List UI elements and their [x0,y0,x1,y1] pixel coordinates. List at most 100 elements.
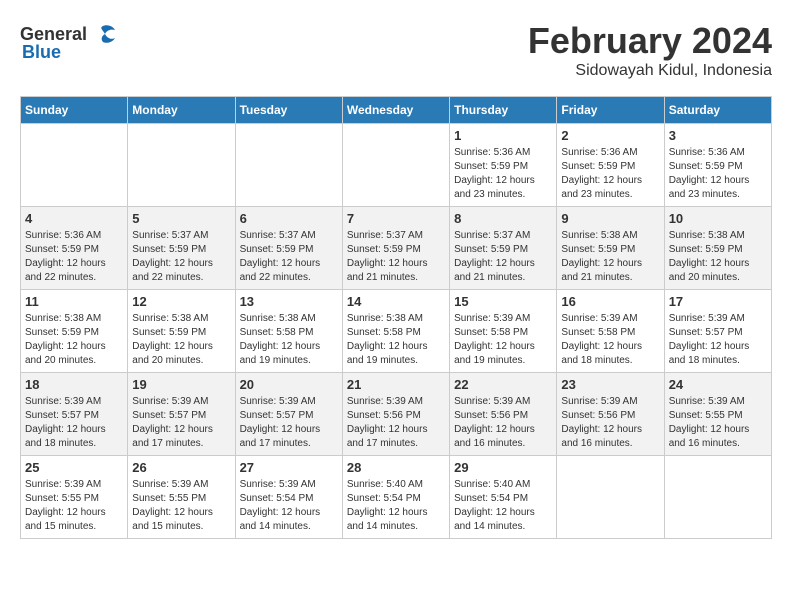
header-wednesday: Wednesday [342,97,449,124]
calendar-cell: 4 Sunrise: 5:36 AM Sunset: 5:59 PM Daylig… [21,207,128,290]
day-number: 4 [25,211,123,226]
day-info: Sunrise: 5:39 AM Sunset: 5:57 PM Dayligh… [669,312,767,368]
calendar-cell: 19 Sunrise: 5:39 AM Sunset: 5:57 PM Dayli… [128,373,235,456]
calendar-cell: 11 Sunrise: 5:38 AM Sunset: 5:59 PM Dayli… [21,290,128,373]
day-info: Sunrise: 5:38 AM Sunset: 5:59 PM Dayligh… [132,312,230,368]
calendar-cell: 20 Sunrise: 5:39 AM Sunset: 5:57 PM Dayli… [235,373,342,456]
calendar-cell: 28 Sunrise: 5:40 AM Sunset: 5:54 PM Dayli… [342,456,449,539]
calendar-cell [21,124,128,207]
calendar-cell: 23 Sunrise: 5:39 AM Sunset: 5:56 PM Dayli… [557,373,664,456]
calendar-cell: 3 Sunrise: 5:36 AM Sunset: 5:59 PM Daylig… [664,124,771,207]
day-info: Sunrise: 5:36 AM Sunset: 5:59 PM Dayligh… [454,146,552,202]
day-info: Sunrise: 5:36 AM Sunset: 5:59 PM Dayligh… [561,146,659,202]
day-info: Sunrise: 5:36 AM Sunset: 5:59 PM Dayligh… [669,146,767,202]
location-subtitle: Sidowayah Kidul, Indonesia [528,62,772,80]
day-number: 1 [454,128,552,143]
calendar-cell: 27Sunrise: 5:39 AM Sunset: 5:54 PM Dayli… [235,456,342,539]
day-number: 7 [347,211,445,226]
day-number: 26 [132,460,230,475]
day-number: 23 [561,377,659,392]
calendar-table: SundayMondayTuesdayWednesdayThursdayFrid… [20,96,772,539]
calendar-cell: 22 Sunrise: 5:39 AM Sunset: 5:56 PM Dayli… [450,373,557,456]
calendar-cell: 10Sunrise: 5:38 AM Sunset: 5:59 PM Dayli… [664,207,771,290]
day-number: 2 [561,128,659,143]
day-number: 8 [454,211,552,226]
calendar-week-row: 1 Sunrise: 5:36 AM Sunset: 5:59 PM Daylig… [21,124,772,207]
calendar-cell: 15Sunrise: 5:39 AM Sunset: 5:58 PM Dayli… [450,290,557,373]
day-info: Sunrise: 5:39 AM Sunset: 5:57 PM Dayligh… [240,395,338,451]
calendar-week-row: 25Sunrise: 5:39 AM Sunset: 5:55 PM Dayli… [21,456,772,539]
month-year-title: February 2024 [528,20,772,62]
day-number: 6 [240,211,338,226]
day-info: Sunrise: 5:38 AM Sunset: 5:58 PM Dayligh… [347,312,445,368]
logo: General Blue [20,20,117,63]
day-info: Sunrise: 5:39 AM Sunset: 5:55 PM Dayligh… [25,478,123,534]
calendar-cell: 7 Sunrise: 5:37 AM Sunset: 5:59 PM Daylig… [342,207,449,290]
calendar-cell [557,456,664,539]
calendar-cell: 1 Sunrise: 5:36 AM Sunset: 5:59 PM Daylig… [450,124,557,207]
day-info: Sunrise: 5:36 AM Sunset: 5:59 PM Dayligh… [25,229,123,285]
day-number: 5 [132,211,230,226]
day-number: 3 [669,128,767,143]
calendar-cell: 2 Sunrise: 5:36 AM Sunset: 5:59 PM Daylig… [557,124,664,207]
day-info: Sunrise: 5:38 AM Sunset: 5:59 PM Dayligh… [669,229,767,285]
calendar-cell: 5 Sunrise: 5:37 AM Sunset: 5:59 PM Daylig… [128,207,235,290]
day-info: Sunrise: 5:37 AM Sunset: 5:59 PM Dayligh… [454,229,552,285]
day-info: Sunrise: 5:37 AM Sunset: 5:59 PM Dayligh… [240,229,338,285]
calendar-cell: 26Sunrise: 5:39 AM Sunset: 5:55 PM Dayli… [128,456,235,539]
calendar-cell: 21 Sunrise: 5:39 AM Sunset: 5:56 PM Dayli… [342,373,449,456]
day-number: 14 [347,294,445,309]
calendar-cell: 24Sunrise: 5:39 AM Sunset: 5:55 PM Dayli… [664,373,771,456]
day-info: Sunrise: 5:38 AM Sunset: 5:59 PM Dayligh… [561,229,659,285]
day-info: Sunrise: 5:40 AM Sunset: 5:54 PM Dayligh… [454,478,552,534]
day-number: 28 [347,460,445,475]
calendar-cell [664,456,771,539]
day-info: Sunrise: 5:39 AM Sunset: 5:58 PM Dayligh… [454,312,552,368]
day-number: 16 [561,294,659,309]
day-info: Sunrise: 5:39 AM Sunset: 5:56 PM Dayligh… [347,395,445,451]
header-monday: Monday [128,97,235,124]
logo-blue-text: Blue [22,42,61,63]
day-number: 19 [132,377,230,392]
day-number: 18 [25,377,123,392]
calendar-cell: 14 Sunrise: 5:38 AM Sunset: 5:58 PM Dayli… [342,290,449,373]
logo-bird-icon [89,20,117,48]
calendar-cell [235,124,342,207]
day-info: Sunrise: 5:39 AM Sunset: 5:56 PM Dayligh… [454,395,552,451]
day-info: Sunrise: 5:37 AM Sunset: 5:59 PM Dayligh… [347,229,445,285]
calendar-cell: 6 Sunrise: 5:37 AM Sunset: 5:59 PM Daylig… [235,207,342,290]
header-tuesday: Tuesday [235,97,342,124]
calendar-cell [342,124,449,207]
day-info: Sunrise: 5:40 AM Sunset: 5:54 PM Dayligh… [347,478,445,534]
title-section: February 2024 Sidowayah Kidul, Indonesia [528,20,772,80]
calendar-cell: 16Sunrise: 5:39 AM Sunset: 5:58 PM Dayli… [557,290,664,373]
day-info: Sunrise: 5:38 AM Sunset: 5:58 PM Dayligh… [240,312,338,368]
calendar-cell: 13 Sunrise: 5:38 AM Sunset: 5:58 PM Dayli… [235,290,342,373]
calendar-week-row: 18 Sunrise: 5:39 AM Sunset: 5:57 PM Dayli… [21,373,772,456]
calendar-cell [128,124,235,207]
day-info: Sunrise: 5:39 AM Sunset: 5:57 PM Dayligh… [132,395,230,451]
day-info: Sunrise: 5:38 AM Sunset: 5:59 PM Dayligh… [25,312,123,368]
calendar-header-row: SundayMondayTuesdayWednesdayThursdayFrid… [21,97,772,124]
day-number: 22 [454,377,552,392]
page-header: General Blue February 2024 Sidowayah Kid… [20,20,772,80]
day-number: 12 [132,294,230,309]
calendar-cell: 18Sunrise: 5:39 AM Sunset: 5:57 PM Dayli… [21,373,128,456]
calendar-cell: 17 Sunrise: 5:39 AM Sunset: 5:57 PM Dayli… [664,290,771,373]
header-sunday: Sunday [21,97,128,124]
calendar-week-row: 11 Sunrise: 5:38 AM Sunset: 5:59 PM Dayli… [21,290,772,373]
day-number: 9 [561,211,659,226]
calendar-cell: 12 Sunrise: 5:38 AM Sunset: 5:59 PM Dayli… [128,290,235,373]
header-friday: Friday [557,97,664,124]
day-number: 17 [669,294,767,309]
day-number: 13 [240,294,338,309]
day-number: 11 [25,294,123,309]
header-saturday: Saturday [664,97,771,124]
day-number: 21 [347,377,445,392]
calendar-cell: 9 Sunrise: 5:38 AM Sunset: 5:59 PM Daylig… [557,207,664,290]
day-number: 20 [240,377,338,392]
calendar-cell: 25Sunrise: 5:39 AM Sunset: 5:55 PM Dayli… [21,456,128,539]
day-info: Sunrise: 5:37 AM Sunset: 5:59 PM Dayligh… [132,229,230,285]
day-info: Sunrise: 5:39 AM Sunset: 5:56 PM Dayligh… [561,395,659,451]
calendar-week-row: 4 Sunrise: 5:36 AM Sunset: 5:59 PM Daylig… [21,207,772,290]
